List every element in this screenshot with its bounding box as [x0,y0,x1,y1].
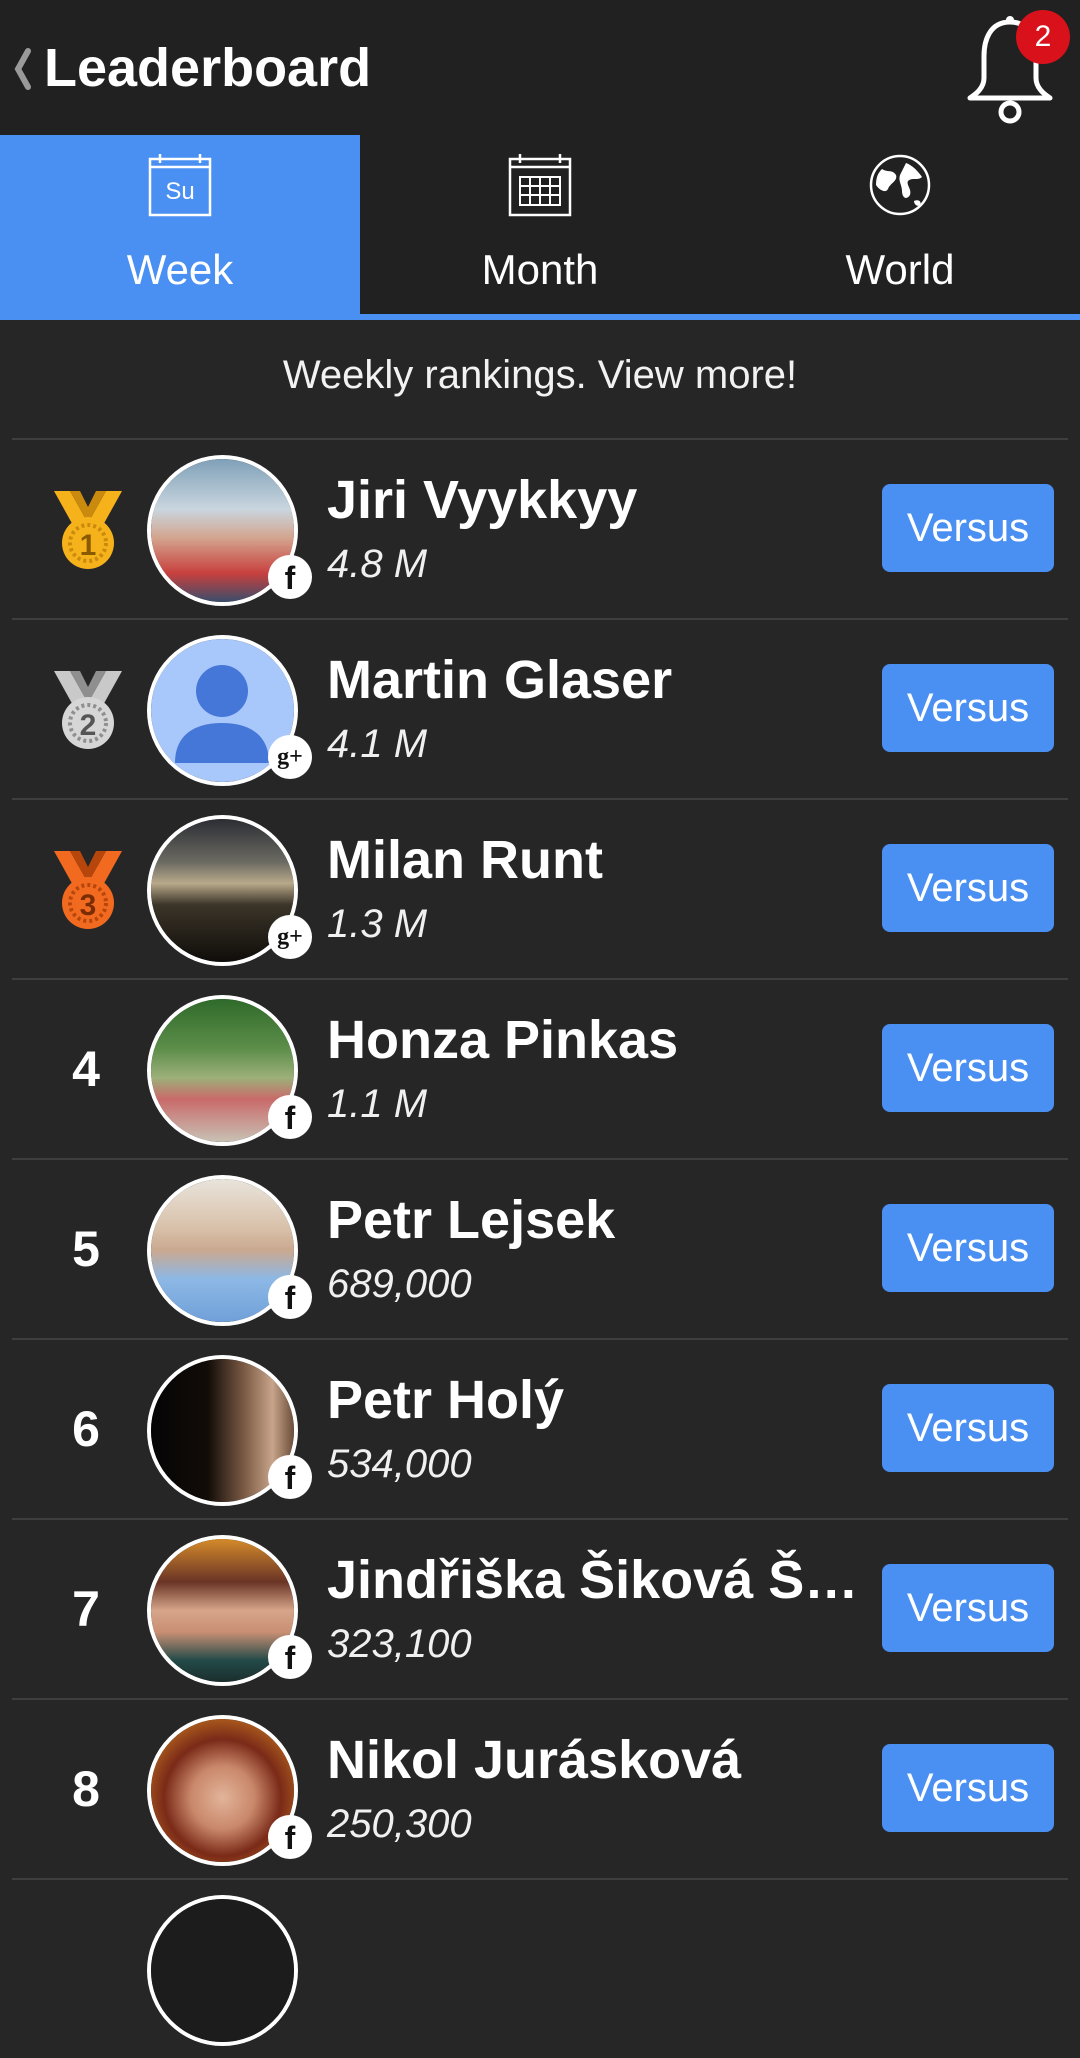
facebook-icon: f [268,1815,312,1859]
versus-button[interactable]: Versus [882,1564,1054,1652]
player-name: Nikol Jurásková [327,1730,742,1790]
rank-number: 8 [72,1761,100,1817]
top-bar: Leaderboard 2 [0,0,1080,135]
player-name: Milan Runt [327,830,603,890]
player-score: 689,000 [327,1262,472,1306]
facebook-icon: f [268,1455,312,1499]
svg-text:2: 2 [80,709,97,742]
player-score: 250,300 [327,1802,472,1846]
player-name: Jindřiška Šiková Šty... [327,1550,872,1610]
facebook-icon: f [268,1095,312,1139]
facebook-icon: f [268,1275,312,1319]
notification-count-badge[interactable]: 2 [1016,10,1070,64]
globe-icon [869,154,931,216]
leaderboard-list: 1 f Jiri Vyykkyy 4.8 M Versus 2 g+ Marti… [12,438,1068,2058]
bronze-medal-icon: 3 [54,851,122,929]
list-item: 1 f Jiri Vyykkyy 4.8 M Versus [12,438,1068,618]
avatar[interactable] [147,1895,298,2046]
player-name: Petr Lejsek [327,1190,616,1250]
tab-week[interactable]: Su Week [0,135,360,320]
svg-text:Su: Su [165,178,194,205]
versus-button[interactable]: Versus [882,844,1054,932]
gold-medal-icon: 1 [54,491,122,569]
tab-month[interactable]: Month [360,135,720,320]
rank-number: 5 [72,1221,100,1277]
list-item: 5 f Petr Lejsek 689,000 Versus [12,1158,1068,1338]
google-plus-icon: g+ [268,735,312,779]
list-item: 7 f Jindřiška Šiková Šty... 323,100 Vers… [12,1518,1068,1698]
player-score: 4.8 M [327,542,428,586]
player-name: Honza Pinkas [327,1010,679,1070]
versus-button[interactable]: Versus [882,664,1054,752]
tab-month-label: Month [481,246,599,293]
player-name: Martin Glaser [327,650,673,710]
tab-indicator-line [0,314,1080,320]
tab-world-label: World [845,246,955,293]
player-score: 323,100 [327,1622,472,1666]
player-name: Petr Holý [327,1370,565,1430]
list-item: 2 g+ Martin Glaser 4.1 M Versus [12,618,1068,798]
silver-medal-icon: 2 [54,671,122,749]
page-title: Leaderboard [44,38,372,98]
back-chevron-icon[interactable] [10,45,34,93]
player-score: 4.1 M [327,722,428,766]
monthly-calendar-icon [508,154,572,217]
svg-text:1: 1 [80,529,97,562]
rank-number: 4 [72,1041,100,1097]
tab-world[interactable]: World [720,135,1080,320]
list-item: 3 g+ Milan Runt 1.3 M Versus [12,798,1068,978]
svg-text:3: 3 [80,889,97,922]
rank-number: 7 [72,1581,100,1637]
player-score: 1.3 M [327,902,428,946]
list-item: 8 f Nikol Jurásková 250,300 Versus [12,1698,1068,1878]
player-score: 1.1 M [327,1082,428,1126]
player-name: Jiri Vyykkyy [327,470,638,530]
list-item [12,1878,1068,2058]
facebook-icon: f [268,1635,312,1679]
list-item: 6 f Petr Holý 534,000 Versus [12,1338,1068,1518]
player-score: 534,000 [327,1442,472,1486]
tab-week-label: Week [126,246,234,293]
weekly-rankings-link[interactable]: Weekly rankings. View more! [0,350,1080,400]
versus-button[interactable]: Versus [882,1204,1054,1292]
versus-button[interactable]: Versus [882,484,1054,572]
rank-number: 6 [72,1401,100,1457]
facebook-icon: f [268,555,312,599]
weekly-calendar-icon: Su [148,154,212,217]
versus-button[interactable]: Versus [882,1024,1054,1112]
list-item: 4 f Honza Pinkas 1.1 M Versus [12,978,1068,1158]
period-tabs: Su Week Month World [0,135,1080,320]
versus-button[interactable]: Versus [882,1744,1054,1832]
versus-button[interactable]: Versus [882,1384,1054,1472]
google-plus-icon: g+ [268,915,312,959]
